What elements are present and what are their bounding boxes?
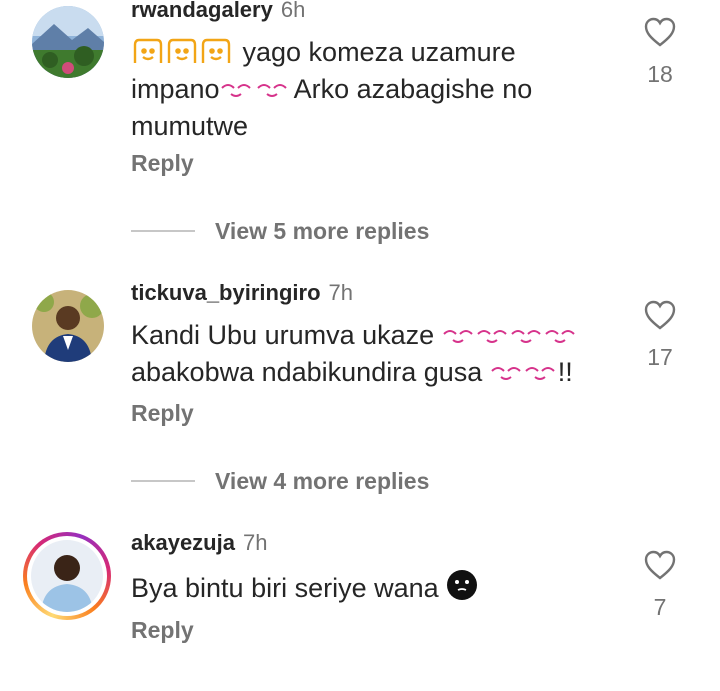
text-segment: Bya bintu biri seriye wana <box>131 573 447 603</box>
story-ring[interactable] <box>23 532 111 620</box>
timestamp: 7h <box>328 280 353 305</box>
text-segment: !! <box>557 357 573 387</box>
timestamp: 7h <box>242 530 268 555</box>
like-count: 7 <box>653 594 667 620</box>
kissing-face-emoji-icon <box>442 323 578 356</box>
view-more-label[interactable]: View 5 more replies <box>215 218 429 245</box>
like-control: 18 <box>630 17 690 88</box>
reply-button[interactable]: Reply <box>131 617 194 644</box>
view-more-replies[interactable]: View 5 more replies <box>131 216 429 246</box>
comment-header: rwandagalery 6h <box>131 0 305 23</box>
username[interactable]: tickuva_byiringiro <box>131 280 321 305</box>
divider-line <box>131 230 195 232</box>
text-segment: yago komeza uzamure <box>235 37 516 67</box>
dark-face-emoji-icon <box>446 569 478 609</box>
like-control: 7 <box>630 550 690 621</box>
comment-header: tickuva_byiringiro 7h <box>131 280 353 306</box>
text-segment: mumutwe <box>131 111 249 141</box>
avatar[interactable] <box>31 540 103 612</box>
text-segment: impano <box>131 74 220 104</box>
divider-line <box>131 480 195 482</box>
avatar[interactable] <box>32 290 104 362</box>
reply-button[interactable]: Reply <box>131 400 194 427</box>
timestamp: 6h <box>280 0 306 22</box>
like-count: 18 <box>647 61 673 87</box>
avatar[interactable] <box>32 6 104 78</box>
username[interactable]: rwandagalery <box>131 0 273 22</box>
heart-outline-icon[interactable] <box>644 550 676 580</box>
heart-outline-icon[interactable] <box>644 17 676 47</box>
heart-outline-icon[interactable] <box>644 300 676 330</box>
like-control: 17 <box>630 300 690 371</box>
like-count: 17 <box>647 344 673 370</box>
text-segment: Arko azabagishe no <box>287 74 533 104</box>
comment-header: akayezuja 7h <box>131 530 267 556</box>
comment-text: yago komeza uzamure impano Arko azabagis… <box>131 36 591 143</box>
username[interactable]: akayezuja <box>131 530 235 555</box>
comment-text: Bya bintu biri seriye wana <box>131 569 591 609</box>
comment-text: Kandi Ubu urumva ukaze abakobwa ndabikun… <box>131 319 591 393</box>
view-more-replies[interactable]: View 4 more replies <box>131 466 429 496</box>
raising-hands-emoji-icon <box>131 37 235 73</box>
text-segment: Kandi Ubu urumva ukaze <box>131 320 442 350</box>
kissing-face-emoji-icon <box>220 77 288 110</box>
view-more-label[interactable]: View 4 more replies <box>215 468 429 495</box>
reply-button[interactable]: Reply <box>131 150 194 177</box>
kissing-face-emoji-icon <box>490 360 558 393</box>
text-segment: abakobwa ndabikundira gusa <box>131 357 490 387</box>
